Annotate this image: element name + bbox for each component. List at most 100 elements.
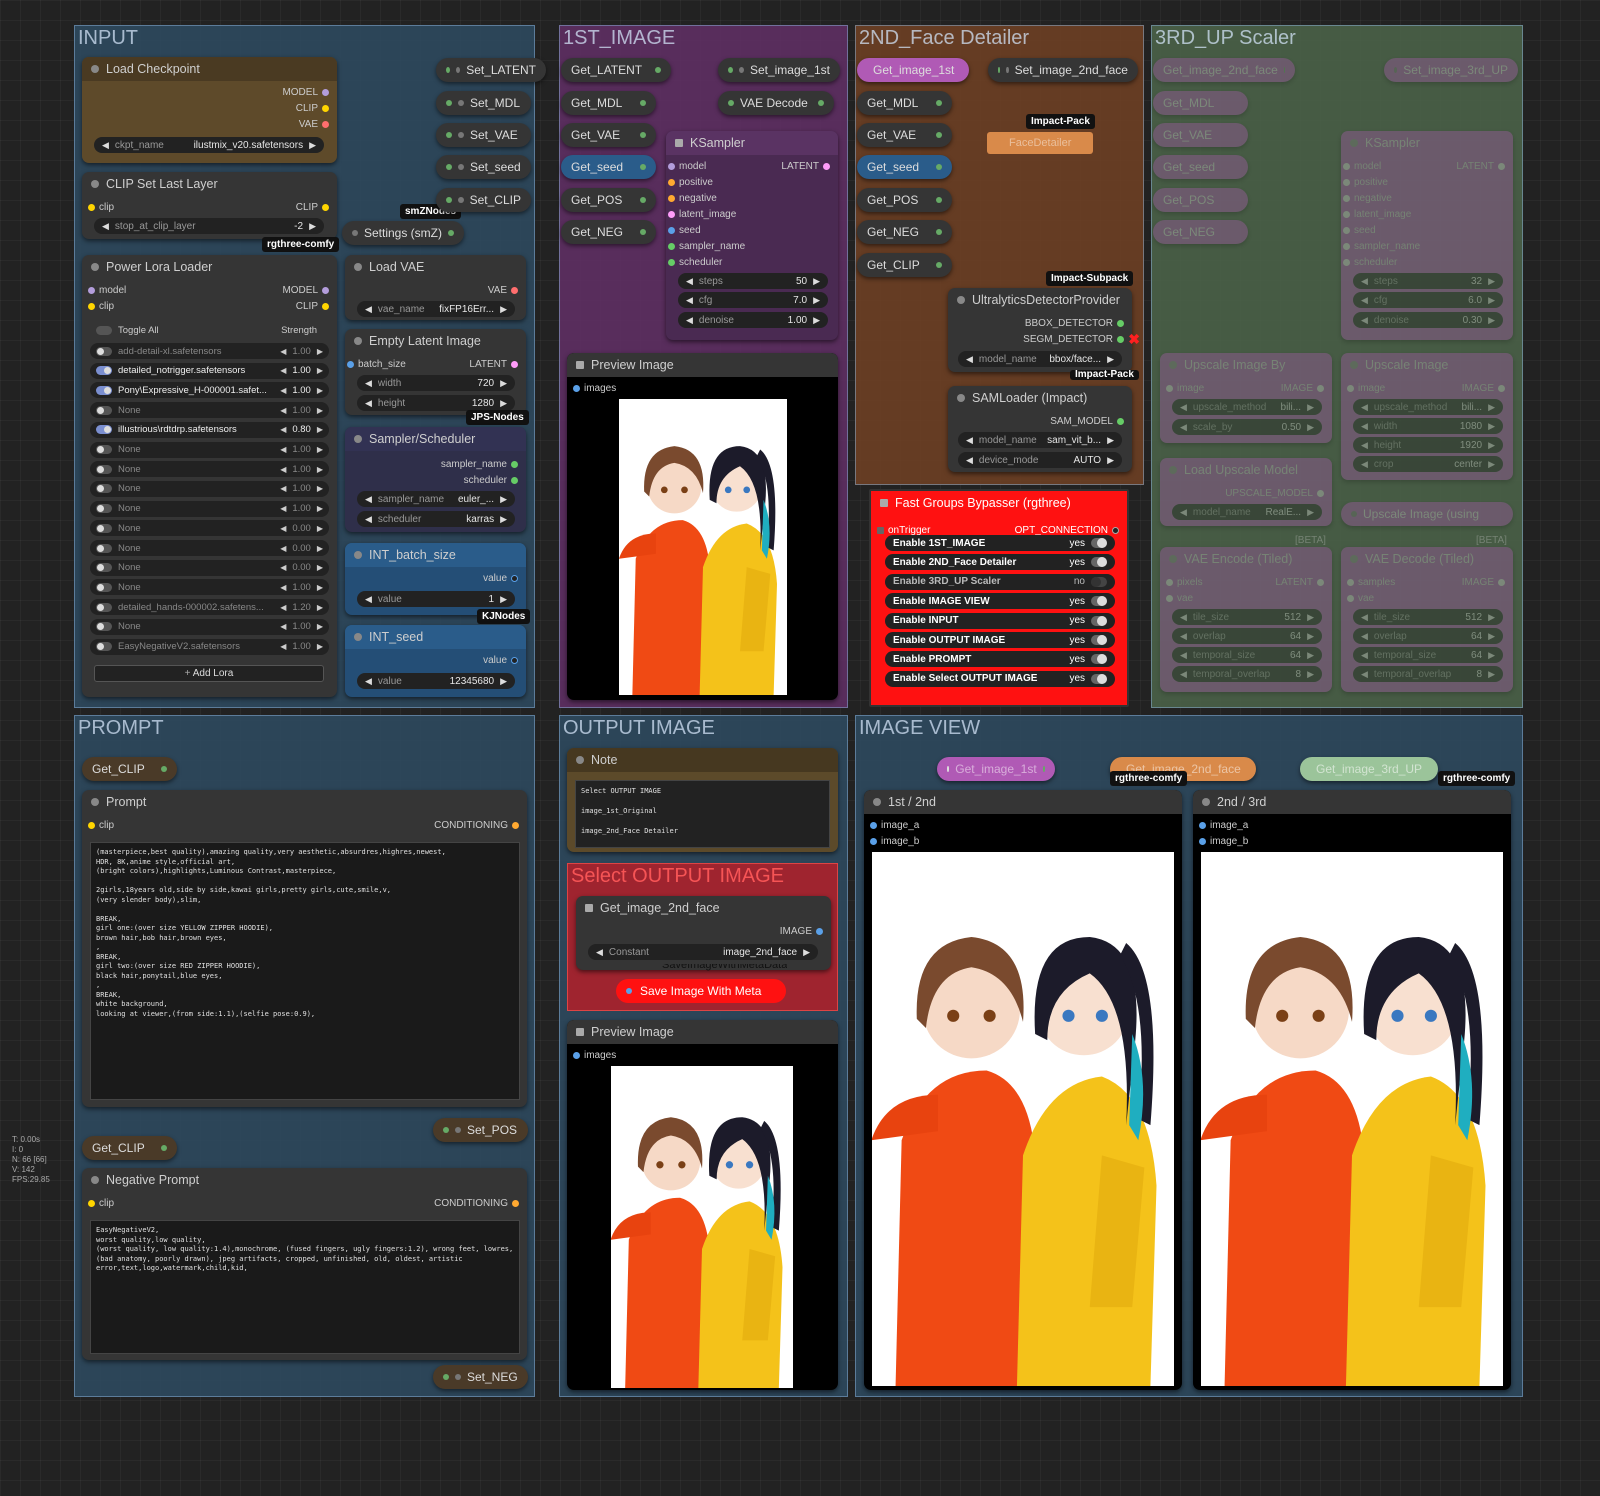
lora-row[interactable]: illustrious\rdtdrp.safetensors ◀ 0.80 ▶ <box>90 421 329 438</box>
clip-input[interactable]: clip <box>84 202 114 213</box>
get-latent-node[interactable]: Get_LATENT <box>561 58 671 82</box>
lora-row[interactable]: Pony\Expressive_H-000001.safet... ◀ 1.00 ▶ <box>90 382 329 399</box>
bypass-toggle-row[interactable]: Enable 3RD_UP Scaler no <box>885 573 1115 590</box>
vae-name-widget[interactable]: ◀ vae_name fixFP16Err... ▶ <box>357 301 515 317</box>
lora-toggle[interactable] <box>96 563 112 573</box>
lora-strength[interactable]: 1.00 <box>292 365 311 376</box>
lora-toggle[interactable] <box>96 445 112 454</box>
bypass-toggle-row[interactable]: Enable 1ST_IMAGE yes <box>885 535 1115 551</box>
lora-strength[interactable]: 1.00 <box>292 641 311 652</box>
device-mode-widget[interactable]: ◀ device_mode AUTO ▶ <box>958 452 1122 468</box>
bypass-toggle[interactable] <box>1091 538 1107 548</box>
compare-image-1[interactable] <box>872 852 1174 1386</box>
lora-row[interactable]: None ◀ 1.00 ▶ <box>90 461 329 478</box>
face-detailer-node[interactable]: FaceDetailer <box>987 132 1093 154</box>
seed-input[interactable]: seed <box>664 225 701 236</box>
set-neg-node[interactable]: Set_NEG <box>433 1365 528 1389</box>
clip-output[interactable]: CLIP <box>296 202 333 213</box>
compare-image-2[interactable] <box>1201 852 1503 1386</box>
sampler-name-output[interactable]: sampler_name <box>441 459 522 470</box>
get-seed-node[interactable]: Get_seed <box>561 155 656 179</box>
batch-value-widget[interactable]: ◀ value 1 ▶ <box>357 591 515 607</box>
positive-input[interactable]: positive <box>664 177 713 188</box>
latent-image-input[interactable]: latent_image <box>664 209 736 220</box>
lora-toggle[interactable] <box>96 582 112 592</box>
stop-at-clip-layer-widget[interactable]: ◀ stop_at_clip_layer -2 ▶ <box>94 218 324 234</box>
vae-output[interactable]: VAE <box>299 119 333 130</box>
load-vae-node[interactable]: Load VAE VAE ◀ vae_name fixFP16Err... ▶ <box>345 255 526 320</box>
model-output[interactable]: MODEL <box>282 87 333 98</box>
toggle-all-switch[interactable] <box>96 326 112 335</box>
ultralytics-detector-node[interactable]: UltralyticsDetectorProvider BBOX_DETECTO… <box>948 288 1140 372</box>
segm-detector-output[interactable]: SEGM_DETECTOR <box>1023 334 1128 345</box>
set-pos-node[interactable]: Set_POS <box>433 1118 528 1142</box>
bypass-toggle[interactable] <box>1091 557 1107 568</box>
lora-toggle[interactable] <box>96 405 112 415</box>
preview-image-node-out[interactable]: Preview Image images <box>567 1020 838 1390</box>
lora-strength[interactable]: 1.00 <box>292 464 311 475</box>
latent-output[interactable]: LATENT <box>781 161 834 172</box>
bypass-toggle[interactable] <box>1091 576 1107 587</box>
conditioning-output[interactable]: CONDITIONING <box>434 820 523 831</box>
lora-row[interactable]: None ◀ 0.00 ▶ <box>90 559 329 576</box>
get-mdl-node-2[interactable]: Get_MDL <box>857 91 952 115</box>
power-lora-loader-node[interactable]: Power Lora Loader model clip MODEL CLIP … <box>82 255 337 697</box>
get-clip-node[interactable]: Get_CLIP <box>82 757 177 781</box>
bypass-toggle[interactable] <box>1091 615 1107 626</box>
lora-toggle[interactable] <box>96 504 112 514</box>
lora-toggle[interactable] <box>96 366 112 376</box>
set-vae-node[interactable]: Set_VAE <box>436 123 531 147</box>
empty-latent-image-node[interactable]: Empty Latent Image batch_size LATENT ◀ wi… <box>345 329 526 415</box>
latent-output[interactable]: LATENT <box>469 359 522 370</box>
lora-row[interactable]: detailed_notrigger.safetensors ◀ 1.00 ▶ <box>90 362 329 379</box>
image-b-input[interactable]: image_b <box>1195 836 1248 847</box>
sam-loader-node[interactable]: SAMLoader (Impact) SAM_MODEL ◀ model_name… <box>948 386 1132 472</box>
negative-prompt-textarea[interactable]: EasyNegativeV2, worst quality,low qualit… <box>90 1220 520 1354</box>
lora-strength[interactable]: 1.00 <box>292 621 311 632</box>
scheduler-widget[interactable]: ◀ scheduler karras ▶ <box>357 511 515 527</box>
cfg-widget[interactable]: ◀ cfg 7.0 ▶ <box>678 292 828 308</box>
set-clip-node[interactable]: Set_CLIP <box>436 188 531 212</box>
lora-strength[interactable]: 1.00 <box>292 346 311 357</box>
bypass-toggle-row[interactable]: Enable PROMPT yes <box>885 651 1115 668</box>
lora-strength[interactable]: 0.80 <box>292 424 311 435</box>
prompt-node[interactable]: Prompt clip CONDITIONING (masterpiece,be… <box>82 790 527 1107</box>
lora-strength[interactable]: 1.00 <box>292 385 311 396</box>
sampler-name-widget[interactable]: ◀ sampler_name euler_... ▶ <box>357 491 515 507</box>
lora-toggle[interactable] <box>96 425 112 435</box>
seed-value-widget[interactable]: ◀ value 12345680 ▶ <box>357 673 515 689</box>
width-widget[interactable]: ◀ width 720 ▶ <box>357 375 515 391</box>
lora-row[interactable]: None ◀ 1.00 ▶ <box>90 402 329 419</box>
lora-toggle[interactable] <box>96 642 112 651</box>
bypass-toggle-row[interactable]: Enable IMAGE VIEW yes <box>885 593 1115 610</box>
lora-row[interactable]: None ◀ 1.00 ▶ <box>90 579 329 596</box>
group-3rd-up-scaler[interactable]: 3RD_UP Scaler <box>1151 25 1523 708</box>
get-mdl-node[interactable]: Get_MDL <box>561 91 656 115</box>
image-output[interactable]: IMAGE <box>780 926 827 937</box>
lora-strength[interactable]: 0.00 <box>292 523 311 534</box>
lora-row[interactable]: EasyNegativeV2.safetensors ◀ 1.00 ▶ <box>90 638 329 655</box>
get-image-3rd-up-view-node[interactable]: Get_image_3rd_UP <box>1300 757 1438 781</box>
lora-row[interactable]: None ◀ 0.00 ▶ <box>90 520 329 537</box>
image-a-input[interactable]: image_a <box>866 820 919 831</box>
steps-widget[interactable]: ◀ steps 50 ▶ <box>678 273 828 289</box>
lora-strength[interactable]: 1.00 <box>292 405 311 416</box>
value-output[interactable]: value <box>483 573 522 584</box>
lora-row[interactable]: None ◀ 1.00 ▶ <box>90 500 329 517</box>
lora-row[interactable]: add-detail-xl.safetensors ◀ 1.00 ▶ <box>90 343 329 359</box>
get-image-2nd-face-node-out[interactable]: Get_image_2nd_face IMAGE ◀ Constant image_… <box>576 896 831 970</box>
set-image-1st-node[interactable]: Set_image_1st <box>718 58 840 82</box>
image-b-input[interactable]: image_b <box>866 836 919 847</box>
image-a-input[interactable]: image_a <box>1195 820 1248 831</box>
lora-toggle[interactable] <box>96 602 112 612</box>
lora-strength[interactable]: 0.00 <box>292 562 311 573</box>
bypass-toggle[interactable] <box>1091 654 1107 665</box>
lora-toggle[interactable] <box>96 346 112 356</box>
lora-strength[interactable]: 1.00 <box>292 503 311 514</box>
image-compare-2nd-3rd-node[interactable]: 2nd / 3rd image_a image_b <box>1193 790 1511 1390</box>
clip-input[interactable]: clip <box>84 301 114 312</box>
bypass-toggle[interactable] <box>1091 635 1107 645</box>
get-clip-node-b[interactable]: Get_CLIP <box>82 1136 177 1160</box>
lora-row[interactable]: detailed_hands-000002.safetens... ◀ 1.20 ▶ <box>90 599 329 616</box>
images-input[interactable]: images <box>569 383 616 394</box>
